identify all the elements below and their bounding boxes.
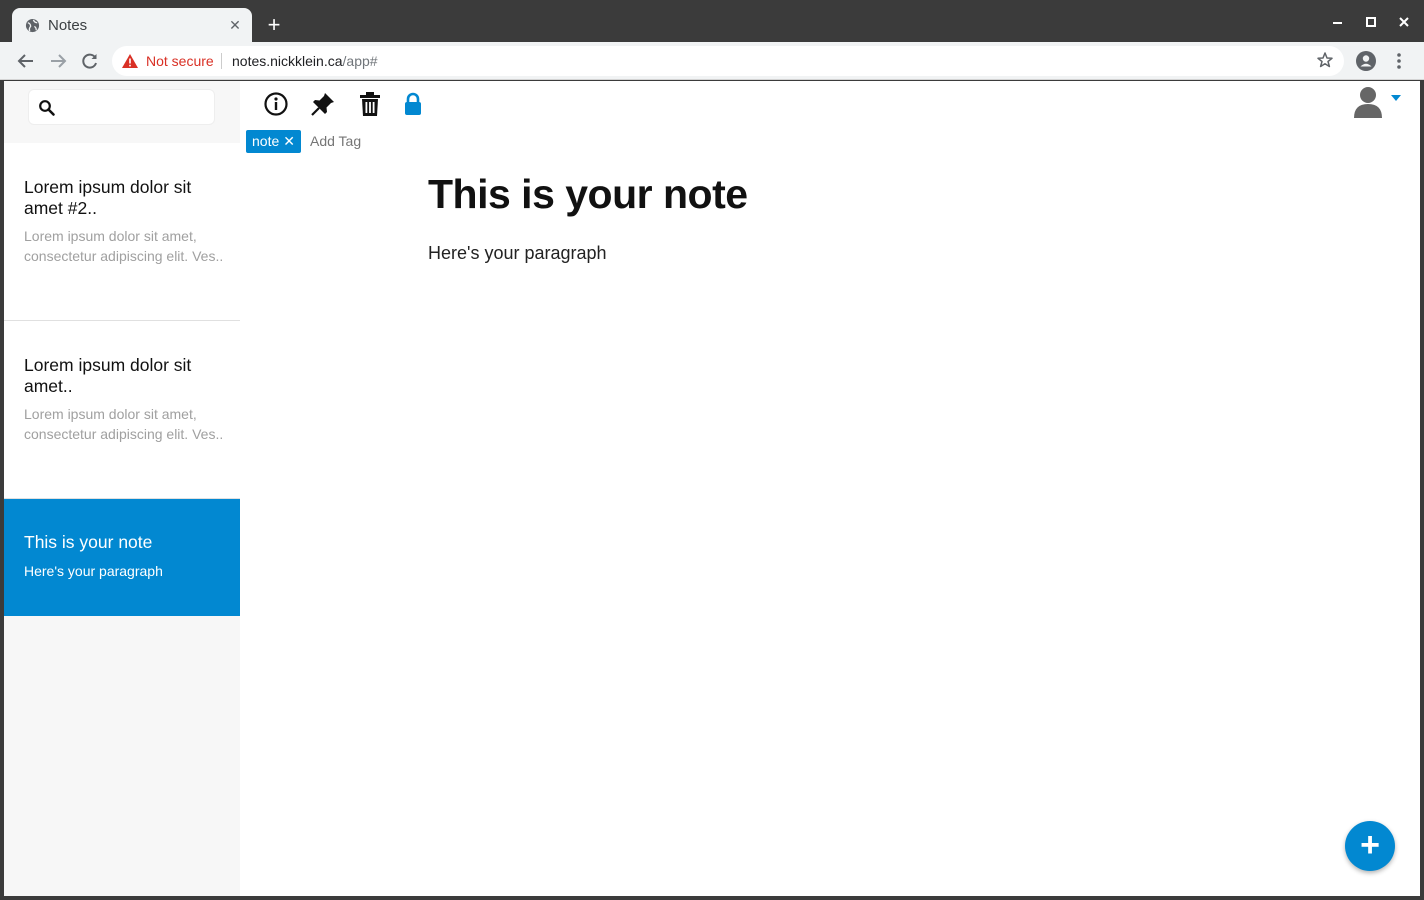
tag-label: note [252,133,280,149]
search-input[interactable] [28,89,215,125]
lock-icon[interactable] [400,91,426,117]
note-item-title: Lorem ipsum dolor sit amet #2.. [24,177,192,218]
url-host: notes.nickklein.ca [232,53,343,69]
minimize-icon[interactable] [1328,12,1348,32]
note-paragraph[interactable]: Here's your paragraph [428,243,607,264]
url-text[interactable]: notes.nickklein.ca/app# [232,53,378,69]
star-icon[interactable] [1316,51,1334,69]
close-icon[interactable]: ✕ [226,16,244,34]
avatar-icon[interactable] [1353,85,1383,119]
note-item-title: Lorem ipsum dolor sit amet.. [24,355,192,396]
search-icon [39,100,55,116]
browser-window: Notes ✕ + Not secure notes.nickklein.ca/… [0,0,1424,900]
notes-sidebar: Lorem ipsum dolor sit amet #2.. Lorem ip… [4,81,240,896]
info-icon[interactable] [263,91,289,117]
url-path: /app# [342,53,378,69]
forward-icon[interactable] [47,50,69,72]
address-bar[interactable]: Not secure notes.nickklein.ca/app# [112,46,1344,76]
close-icon[interactable]: ✕ [283,133,295,149]
caret-down-icon[interactable] [1391,95,1401,101]
maximize-icon[interactable] [1361,12,1381,32]
account-icon[interactable] [1356,51,1376,71]
pin-icon[interactable] [310,91,336,117]
new-tab-button[interactable]: + [262,13,286,37]
note-title[interactable]: This is your note [428,171,748,218]
add-tag-input[interactable]: Add Tag [310,133,361,149]
note-list-item[interactable]: Lorem ipsum dolor sit amet #2.. Lorem ip… [4,143,240,321]
note-item-preview: Here's your paragraph [24,563,163,579]
note-item-preview: Lorem ipsum dolor sit amet, consectetur … [24,406,224,442]
tag-chip[interactable]: note ✕ [246,130,301,153]
reload-icon[interactable] [79,50,101,72]
tab-strip: Notes ✕ + [0,0,1424,43]
note-list-item-active[interactable]: This is your note Here's your paragraph [4,499,240,616]
page-content: Lorem ipsum dolor sit amet #2.. Lorem ip… [4,81,1420,896]
add-note-button[interactable]: + [1345,821,1395,871]
back-icon[interactable] [15,50,37,72]
browser-tab[interactable]: Notes ✕ [12,8,252,43]
note-item-title: This is your note [24,532,153,552]
note-editor: note ✕ Add Tag This is your note Here's y… [240,81,1420,896]
warning-icon [122,54,138,68]
note-list-item[interactable]: Lorem ipsum dolor sit amet.. Lorem ipsum… [4,321,240,499]
browser-toolbar: Not secure notes.nickklein.ca/app# [0,42,1424,80]
menu-icon[interactable] [1392,51,1406,71]
trash-icon[interactable] [357,91,383,117]
tab-title: Notes [48,17,88,34]
divider [221,53,222,69]
window-close-icon[interactable] [1394,12,1414,32]
globe-icon [25,18,40,33]
note-item-preview: Lorem ipsum dolor sit amet, consectetur … [24,228,224,264]
security-status[interactable]: Not secure [146,53,214,69]
